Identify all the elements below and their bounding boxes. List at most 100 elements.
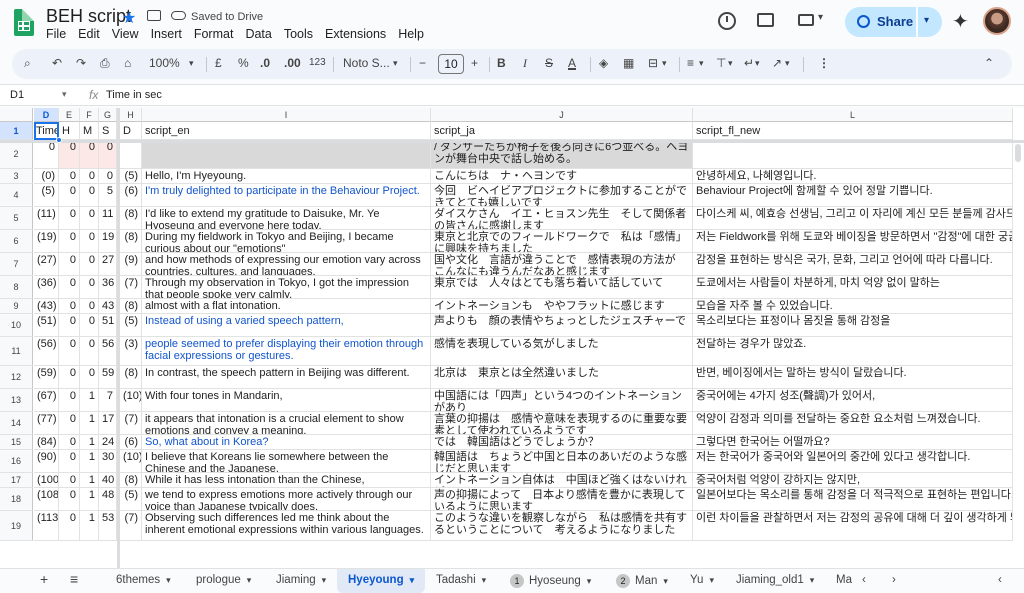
table-cell[interactable]: 그렇다면 한국어는 어떨까요? [693,435,1013,450]
rotation-dropdown-icon[interactable]: ▾ [785,58,790,69]
row-header[interactable]: 9 [0,299,33,314]
row-header[interactable]: 5 [0,207,33,230]
tab-dropdown-icon[interactable]: ▾ [709,575,714,585]
header-cell-l[interactable]: script_fl_new [693,122,1013,140]
paint-format-icon[interactable]: ⌂ [124,56,131,70]
table-cell[interactable]: 0 [59,230,80,253]
tab-dropdown-icon[interactable]: ▾ [587,576,592,586]
font-dropdown-icon[interactable]: ▾ [393,58,398,69]
table-cell[interactable]: ダイスケさん イエ・ヒョスン先生 そして関係者の皆さんに感謝します [431,207,693,230]
search-menus-icon[interactable]: ⌕ [24,56,31,71]
decrease-decimal-button[interactable]: .0 [260,56,270,70]
bold-button[interactable]: B [497,56,506,70]
table-cell[interactable]: (8) [120,473,142,488]
all-sheets-button[interactable]: ≡ [70,571,78,587]
increase-font-size-button[interactable]: + [471,56,478,70]
share-dropdown-icon[interactable]: ▾ [924,15,929,26]
table-cell[interactable]: 0 [59,299,80,314]
table-cell[interactable]: 1 [80,473,99,488]
frozen-row-divider[interactable] [0,140,1024,143]
cloud-saved-icon[interactable] [171,11,186,20]
redo-icon[interactable]: ↷ [76,56,86,70]
table-cell[interactable]: Observing such differences led me think … [142,511,431,541]
halign-dropdown-icon[interactable]: ▾ [699,58,704,69]
table-cell[interactable]: 7 [99,389,117,412]
table-cell[interactable]: 저는 Fieldwork를 위해 도쿄와 베이징을 방문하면서 "감정"에 대한… [693,230,1013,253]
column-header-h[interactable]: H [120,108,142,122]
table-cell[interactable]: 0 [80,299,99,314]
table-cell[interactable] [142,140,431,169]
table-cell[interactable]: (113) [34,511,59,541]
table-cell[interactable]: 0 [80,169,99,184]
move-folder-icon[interactable] [147,10,161,21]
menu-format[interactable]: Format [194,27,234,41]
row-header[interactable]: 15 [0,435,33,450]
table-cell[interactable]: 30 [99,450,117,473]
table-cell[interactable]: (27) [34,253,59,276]
select-all-corner[interactable] [0,108,33,122]
row-header[interactable]: 8 [0,276,33,299]
row-header[interactable]: 16 [0,450,33,473]
name-box-dropdown-icon[interactable]: ▾ [62,89,67,100]
menu-data[interactable]: Data [245,27,271,41]
table-cell[interactable]: (19) [34,230,59,253]
horizontal-align-icon[interactable]: ≡ [687,56,694,70]
row-header[interactable]: 18 [0,488,33,511]
table-cell[interactable]: (6) [120,184,142,207]
table-cell[interactable]: (7) [120,412,142,435]
header-cell-h[interactable]: D [120,122,142,140]
increase-decimal-button[interactable]: .00 [284,56,301,70]
table-cell[interactable]: 목소리보다는 표정이나 몸짓을 통해 감정을 [693,314,1013,337]
italic-button[interactable]: I [523,56,527,71]
sheet-tab-tadashi[interactable]: Tadashi ▾ [436,574,486,586]
header-cell-g[interactable]: S [99,122,117,140]
table-cell[interactable]: (77) [34,412,59,435]
table-cell[interactable]: (56) [34,337,59,366]
table-cell[interactable]: While it has less intonation than the Ch… [142,473,431,488]
table-cell[interactable]: 東京では 人々はとても落ち着いて話していて [431,276,693,299]
table-cell[interactable]: 안녕하세요, 나혜영입니다. [693,169,1013,184]
table-cell[interactable]: 0 [99,169,117,184]
table-cell[interactable]: 0 [34,140,59,169]
menu-insert[interactable]: Insert [151,27,182,41]
table-cell[interactable]: 0 [80,140,99,169]
menu-edit[interactable]: Edit [78,27,100,41]
tab-dropdown-icon[interactable]: ▾ [410,575,415,585]
row-header[interactable]: 12 [0,366,33,389]
table-cell[interactable]: (108) [34,488,59,511]
expand-side-panel-icon[interactable]: ‹ [998,574,1002,586]
tab-dropdown-icon[interactable]: ▾ [810,575,815,585]
row-header[interactable]: 2 [0,140,33,169]
table-cell[interactable]: 17 [99,412,117,435]
table-cell[interactable]: (5) [120,488,142,511]
table-cell[interactable]: 반면, 베이징에서는 말하는 방식이 달랐습니다. [693,366,1013,389]
comments-icon[interactable] [757,13,774,27]
tab-dropdown-icon[interactable]: ▾ [663,576,668,586]
table-cell[interactable]: 声よりも 顔の表情やちょっとしたジェスチャーで [431,314,693,337]
avatar[interactable] [983,7,1011,35]
row-header[interactable]: 7 [0,253,33,276]
table-cell[interactable]: 0 [59,511,80,541]
table-cell[interactable]: 0 [80,207,99,230]
sheet-tab-jiaming[interactable]: Jiaming ▾ [276,574,326,586]
table-cell[interactable]: (100) [34,473,59,488]
table-cell[interactable]: and how methods of expressing our emotio… [142,253,431,276]
table-cell[interactable] [120,140,142,169]
table-cell[interactable]: 0 [59,169,80,184]
column-header-d[interactable]: D [34,108,59,122]
borders-icon[interactable]: ▦ [623,56,634,70]
table-cell[interactable]: So, what about in Korea? [142,435,431,450]
merge-cells-icon[interactable]: ⊟ [648,56,658,70]
table-cell[interactable]: 1 [80,389,99,412]
table-cell[interactable]: (7) [120,276,142,299]
table-cell[interactable]: 声の抑揚によって 日本より感情を豊かに表現しているように思います [431,488,693,511]
table-cell[interactable]: 0 [80,314,99,337]
sheet-tab-jiaming-old1[interactable]: Jiaming_old1 ▾ [736,574,814,586]
table-cell[interactable]: 0 [59,337,80,366]
table-cell[interactable]: 전달하는 경우가 많았죠. [693,337,1013,366]
table-cell[interactable]: 53 [99,511,117,541]
name-box[interactable]: D1 [10,89,24,101]
zoom-select[interactable]: 100% [149,56,180,70]
column-header-j[interactable]: J [431,108,693,122]
table-cell[interactable]: (8) [120,366,142,389]
